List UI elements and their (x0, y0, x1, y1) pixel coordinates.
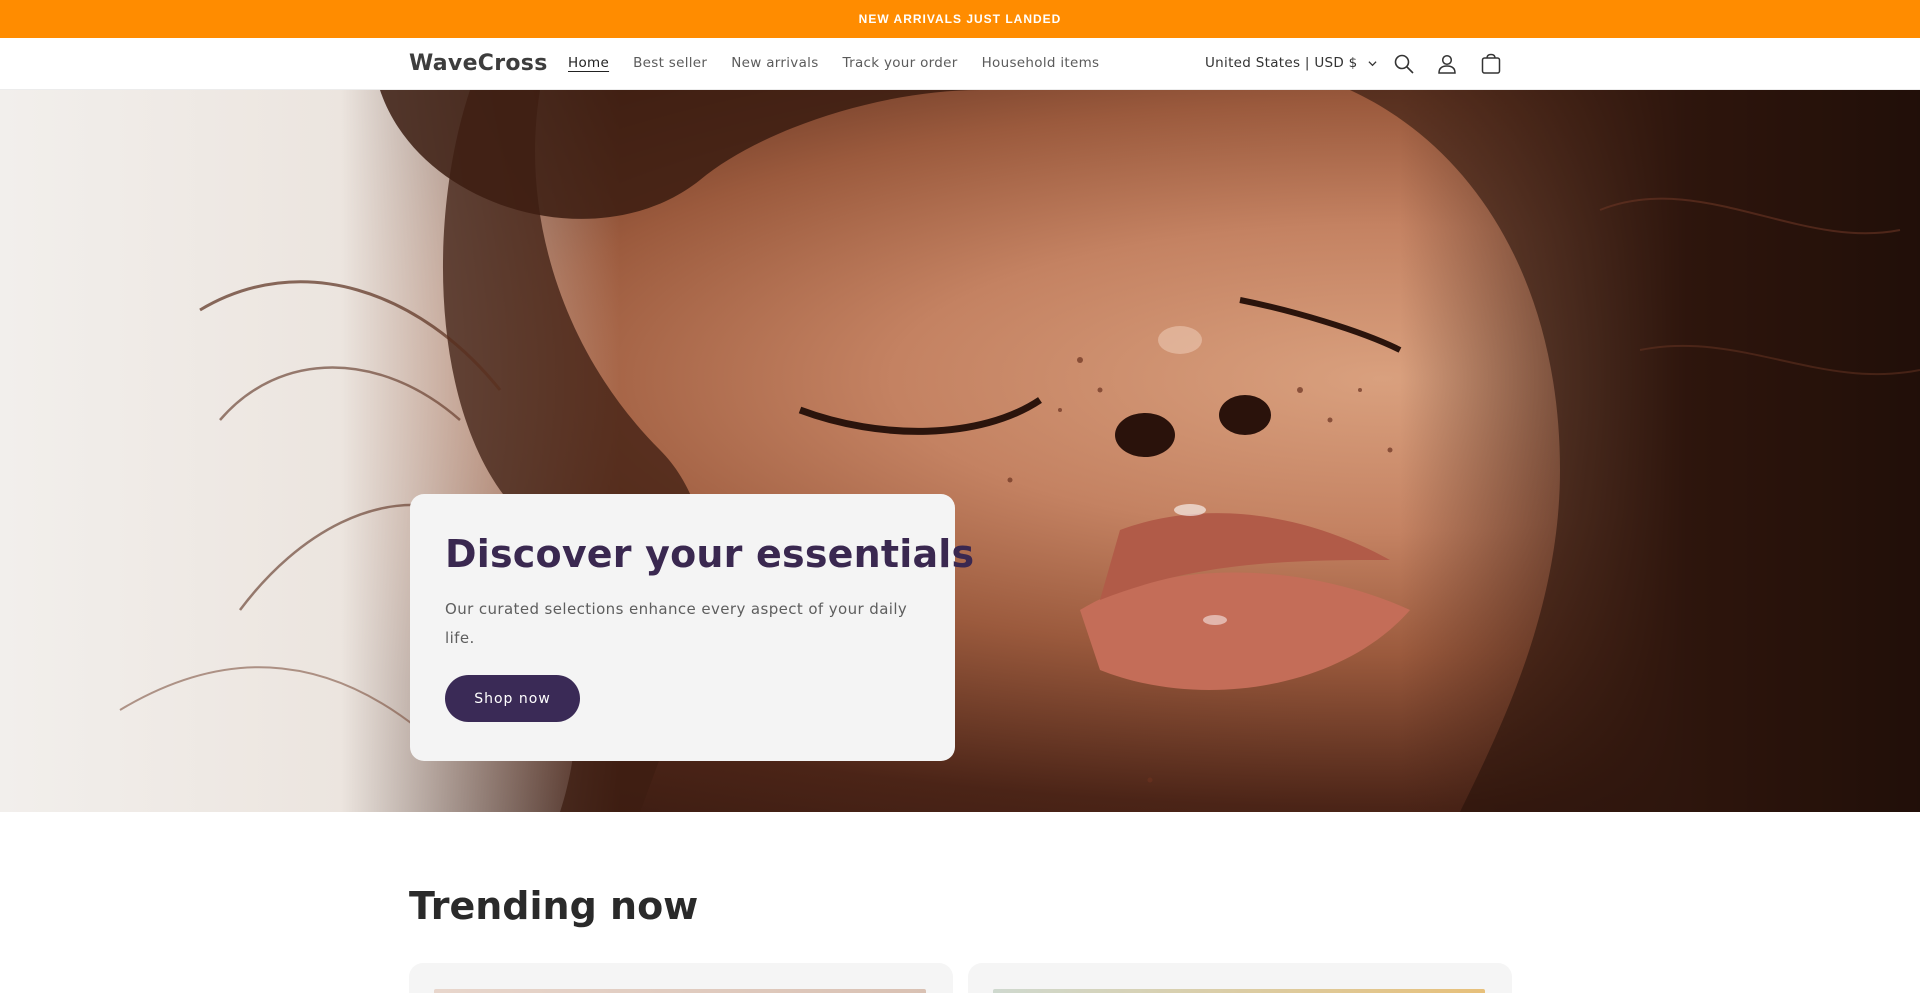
hero-content-card: Discover your essentials Our curated sel… (410, 494, 974, 761)
product-card[interactable] (409, 963, 953, 993)
chevron-down-icon (1368, 60, 1377, 66)
country-selector[interactable]: United States | USD $ (1205, 55, 1377, 71)
hero-title: Discover your essentials (445, 532, 975, 576)
hero-description: Our curated selections enhance every asp… (445, 600, 908, 647)
announcement-bar: NEW ARRIVALS JUST LANDED (0, 0, 1920, 38)
nav-item-home[interactable]: Home (568, 55, 609, 71)
announcement-text: NEW ARRIVALS JUST LANDED (858, 12, 1062, 26)
site-header: WaveCross Home Best seller New arrivals … (0, 38, 1920, 90)
product-card[interactable] (968, 963, 1512, 993)
nav-item-best-seller[interactable]: Best seller (633, 55, 707, 71)
account-icon[interactable] (1435, 52, 1459, 76)
nav-item-household-items[interactable]: Household items (982, 55, 1100, 71)
nav-item-track-order[interactable]: Track your order (843, 55, 958, 71)
hero-banner: Discover your essentials Our curated sel… (0, 90, 1920, 812)
main-nav: Home Best seller New arrivals Track your… (568, 55, 1123, 71)
search-icon[interactable] (1392, 52, 1416, 76)
cart-icon[interactable] (1479, 52, 1503, 76)
country-selector-label: United States | USD $ (1205, 55, 1358, 71)
shop-now-button[interactable]: Shop now (445, 675, 580, 722)
nav-item-new-arrivals[interactable]: New arrivals (731, 55, 818, 71)
product-image (434, 989, 926, 993)
trending-section-title: Trending now (409, 884, 699, 928)
product-image (993, 989, 1485, 993)
hero-image (119, 90, 1920, 812)
site-logo[interactable]: WaveCross (409, 51, 548, 76)
